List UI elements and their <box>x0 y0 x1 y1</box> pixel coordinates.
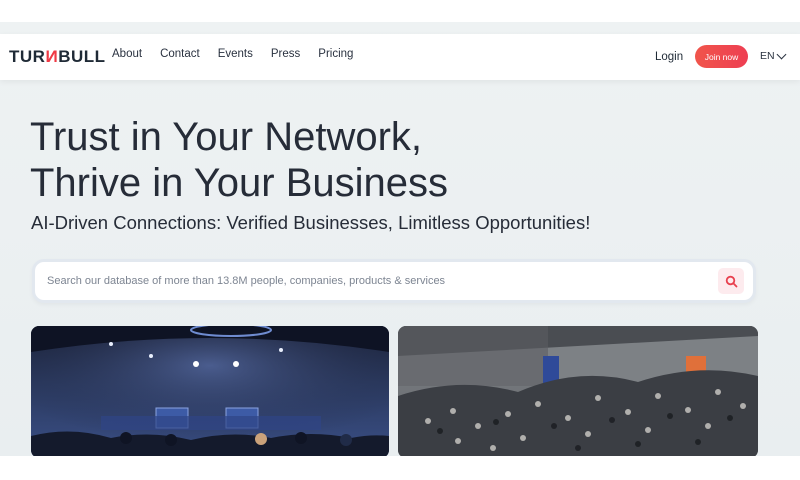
search-icon <box>725 275 737 287</box>
logo-n: N <box>45 47 59 66</box>
hero-title-line-2: Thrive in Your Business <box>30 161 449 205</box>
conference-stage-photo <box>31 326 389 456</box>
page-content: TUR N BULL About Contact Events Press Pric… <box>0 22 800 456</box>
crowd-hall-photo <box>398 326 758 456</box>
search-button[interactable] <box>718 268 744 294</box>
hero-title: Trust in Your Network, Thrive in Your Bu… <box>30 114 590 206</box>
search-bar <box>32 259 756 303</box>
language-selector[interactable]: EN <box>760 49 787 62</box>
navbar: TUR N BULL About Contact Events Press Pric… <box>0 34 800 80</box>
join-now-button[interactable]: Join now <box>695 45 748 68</box>
bottom-margin <box>0 456 800 480</box>
nav-link-pricing[interactable]: Pricing <box>318 48 353 60</box>
search-input[interactable] <box>47 271 707 291</box>
login-link[interactable]: Login <box>655 51 683 63</box>
nav-link-about[interactable]: About <box>112 48 142 60</box>
logo-prefix: TUR <box>9 47 46 66</box>
nav-link-events[interactable]: Events <box>218 48 253 60</box>
hero-title-line-1: Trust in Your Network, <box>30 115 423 159</box>
nav-links: About Contact Events Press Pricing <box>112 48 353 60</box>
language-label: EN <box>760 50 775 62</box>
turnbull-logo[interactable]: TUR N BULL <box>9 47 106 67</box>
logo-suffix: BULL <box>58 47 106 66</box>
nav-link-press[interactable]: Press <box>271 48 300 60</box>
chevron-down-icon <box>776 49 787 59</box>
nav-link-contact[interactable]: Contact <box>160 48 200 60</box>
top-margin <box>0 0 800 22</box>
hero-subtitle: AI-Driven Connections: Verified Business… <box>31 212 591 233</box>
